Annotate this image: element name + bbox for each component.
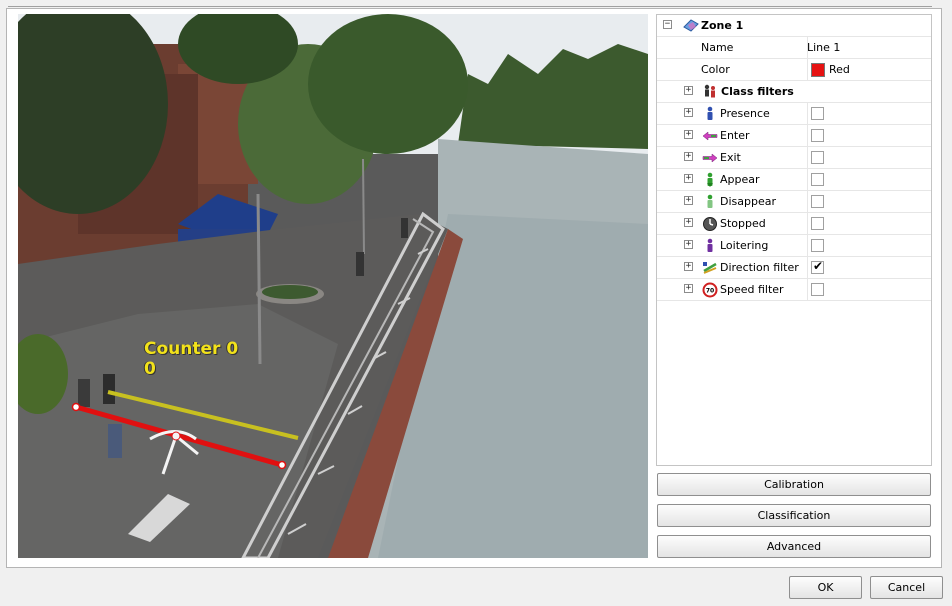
tree-row-disappear[interactable]: + Disappear [657, 191, 931, 213]
expand-icon[interactable]: + [684, 152, 693, 161]
expand-icon[interactable]: + [684, 86, 693, 95]
filter-checkbox[interactable] [811, 217, 824, 230]
calibration-button[interactable]: Calibration [657, 473, 931, 496]
filter-label: Stopped [720, 217, 766, 230]
filter-checkbox[interactable] [811, 283, 824, 296]
tree-row-speed-filter[interactable]: +70 Speed filter [657, 279, 931, 301]
column-divider [807, 213, 808, 235]
expand-icon[interactable]: + [684, 262, 693, 271]
column-divider [807, 147, 808, 169]
expand-icon[interactable]: + [684, 284, 693, 293]
class-filters-label: Class filters [721, 85, 794, 98]
zone-property-tree[interactable]: − Zone 1 Name Line 1 Color Red + Class f… [656, 14, 932, 466]
column-divider [807, 169, 808, 191]
tree-row-name[interactable]: Name Line 1 [657, 37, 931, 59]
column-divider [807, 125, 808, 147]
disappear-icon [702, 194, 718, 210]
column-divider [807, 257, 808, 279]
counter-value: 0 [144, 359, 156, 379]
filter-label: Direction filter [720, 261, 799, 274]
filter-label: Presence [720, 107, 770, 120]
filter-checkbox[interactable]: ✔ [811, 259, 824, 274]
filter-checkbox[interactable] [811, 173, 824, 186]
filter-checkbox[interactable] [811, 151, 824, 164]
presence-icon [702, 106, 718, 122]
zone-icon [683, 18, 699, 34]
checkmark-icon: ✔ [813, 259, 824, 273]
color-value[interactable]: Red [829, 63, 850, 76]
classification-button[interactable]: Classification [657, 504, 931, 527]
loitering-icon [702, 238, 718, 254]
expand-icon[interactable]: + [684, 196, 693, 205]
cancel-button[interactable]: Cancel [870, 576, 943, 599]
camera-scene [18, 14, 648, 558]
appear-icon [702, 172, 718, 188]
advanced-button[interactable]: Advanced [657, 535, 931, 558]
expand-icon[interactable]: + [684, 108, 693, 117]
filter-label: Speed filter [720, 283, 784, 296]
name-value[interactable]: Line 1 [807, 41, 840, 54]
expand-icon[interactable]: + [684, 130, 693, 139]
column-divider [807, 191, 808, 213]
filter-label: Appear [720, 173, 760, 186]
tree-row-class-filters[interactable]: + Class filters [657, 81, 931, 103]
tree-row-zone[interactable]: − Zone 1 [657, 15, 931, 37]
filter-checkbox[interactable] [811, 107, 824, 120]
expand-icon[interactable]: + [684, 174, 693, 183]
filter-label: Loitering [720, 239, 769, 252]
color-swatch[interactable] [811, 63, 825, 77]
tree-row-exit[interactable]: + Exit [657, 147, 931, 169]
tree-row-enter[interactable]: + Enter [657, 125, 931, 147]
exit-icon [702, 150, 718, 166]
speed-filter-icon: 70 [702, 282, 718, 298]
counter-label: Counter 0 [144, 339, 239, 359]
tree-row-appear[interactable]: + Appear [657, 169, 931, 191]
filter-checkbox[interactable] [811, 239, 824, 252]
filter-checkbox[interactable] [811, 195, 824, 208]
collapse-icon[interactable]: − [663, 20, 672, 29]
tree-row-loitering[interactable]: + Loitering [657, 235, 931, 257]
tree-row-presence[interactable]: + Presence [657, 103, 931, 125]
direction-filter-icon [702, 260, 718, 276]
zone-label: Zone 1 [701, 19, 744, 32]
expand-icon[interactable]: + [684, 240, 693, 249]
tree-row-stopped[interactable]: + Stopped [657, 213, 931, 235]
filter-label: Exit [720, 151, 741, 164]
tree-row-direction-filter[interactable]: + Direction filter ✔ [657, 257, 931, 279]
filter-label: Enter [720, 129, 750, 142]
column-divider [807, 235, 808, 257]
stopped-icon [702, 216, 718, 232]
filter-label: Disappear [720, 195, 776, 208]
camera-view[interactable]: Counter 0 0 [18, 14, 648, 558]
filter-checkbox[interactable] [811, 129, 824, 142]
svg-text:70: 70 [706, 288, 714, 295]
column-divider [807, 103, 808, 125]
color-label: Color [701, 63, 730, 76]
name-label: Name [701, 41, 734, 54]
column-divider [807, 59, 808, 81]
tree-row-color[interactable]: Color Red [657, 59, 931, 81]
enter-icon [702, 128, 718, 144]
column-divider [807, 279, 808, 301]
ok-button[interactable]: OK [789, 576, 862, 599]
expand-icon[interactable]: + [684, 218, 693, 227]
class-filters-icon [702, 84, 718, 100]
top-separator [8, 6, 932, 7]
